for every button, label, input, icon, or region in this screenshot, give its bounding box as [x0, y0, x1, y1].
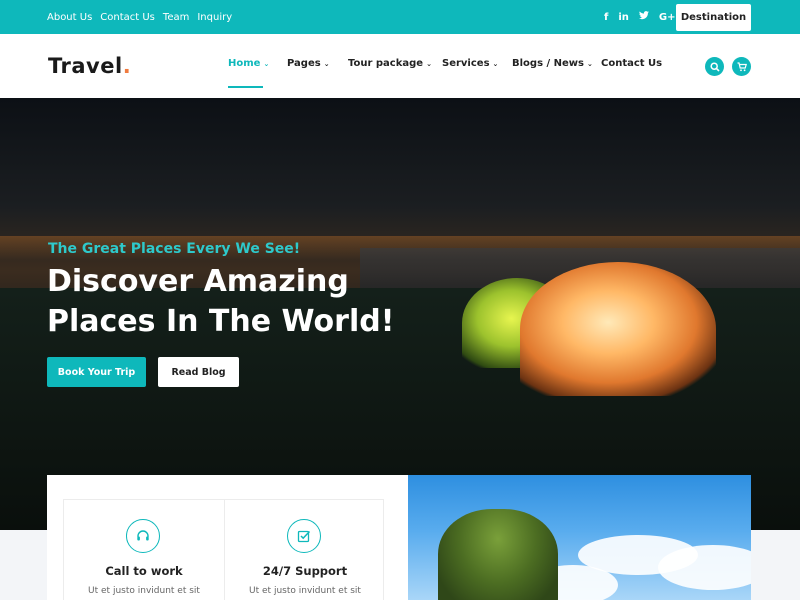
feature-call-to-work: Call to work Ut et justo invidunt et sit: [64, 500, 224, 600]
headphones-icon: [126, 519, 160, 553]
chevron-down-icon: ⌄: [263, 60, 270, 68]
nav-item-blogs-news[interactable]: Blogs / News ⌄: [512, 58, 593, 69]
linkedin-icon[interactable]: in: [618, 12, 629, 23]
twitter-icon[interactable]: [638, 11, 649, 23]
features-grid: Call to work Ut et justo invidunt et sit…: [63, 499, 384, 600]
nav-item-label: Tour package: [348, 58, 424, 69]
top-link-team[interactable]: Team: [163, 12, 189, 23]
feature-text: Ut et justo invidunt et sit: [249, 586, 361, 596]
hero-title: Discover Amazing Places In The World!: [47, 262, 427, 342]
features-card: Call to work Ut et justo invidunt et sit…: [47, 475, 408, 600]
top-link-contact-us[interactable]: Contact Us: [100, 12, 155, 23]
top-link-inquiry[interactable]: Inquiry: [197, 12, 232, 23]
nav-item-home[interactable]: Home ⌄: [228, 58, 269, 69]
orange-tent-image: [520, 262, 716, 396]
google-plus-icon[interactable]: G+: [659, 12, 676, 23]
hero-subtitle: The Great Places Every We See!: [48, 241, 301, 257]
nav-item-services[interactable]: Services ⌄: [442, 58, 498, 69]
feature-support: 24/7 Support Ut et justo invidunt et sit: [225, 500, 385, 600]
nav-item-label: Services: [442, 58, 490, 69]
logo-dot: .: [122, 54, 132, 78]
cloud-shape: [658, 545, 751, 590]
nav-item-tour-package[interactable]: Tour package ⌄: [348, 58, 432, 69]
chevron-down-icon: ⌄: [587, 60, 593, 68]
hero-banner: The Great Places Every We See! Discover …: [0, 98, 800, 530]
nav-item-contact-us[interactable]: Contact Us: [601, 58, 662, 69]
feature-title: 24/7 Support: [262, 564, 348, 578]
top-link-about-us[interactable]: About Us: [47, 12, 92, 23]
read-blog-button[interactable]: Read Blog: [158, 357, 239, 387]
book-trip-button[interactable]: Book Your Trip: [47, 357, 146, 387]
social-links: f in G+: [604, 0, 676, 34]
destination-button[interactable]: Destination: [676, 4, 751, 31]
island-rock: [438, 509, 558, 600]
facebook-icon[interactable]: f: [604, 12, 608, 23]
site-logo[interactable]: Travel.: [48, 54, 131, 78]
nav-item-label: Pages: [287, 58, 321, 69]
chevron-down-icon: ⌄: [492, 60, 499, 68]
cart-icon[interactable]: [732, 57, 751, 76]
top-bar: About Us Contact Us Team Inquiry f in G+…: [0, 0, 800, 34]
nav-item-label: Blogs / News: [512, 58, 584, 69]
hero-title-line-1: Discover Amazing: [47, 264, 349, 299]
search-icon[interactable]: [705, 57, 724, 76]
nav-item-pages[interactable]: Pages ⌄: [287, 58, 330, 69]
top-links: About Us Contact Us Team Inquiry: [47, 0, 232, 34]
nav-item-label: Contact Us: [601, 58, 663, 69]
chevron-down-icon: ⌄: [426, 60, 432, 68]
island-photo: [408, 475, 751, 600]
main-header: Travel. Home ⌄ Pages ⌄ Tour package ⌄ Servi…: [0, 34, 800, 98]
nav-item-label: Home: [228, 58, 261, 69]
hero-title-line-2: Places In The World!: [47, 304, 395, 339]
logo-text: Travel: [48, 54, 123, 78]
feature-title: Call to work: [105, 564, 183, 578]
checkbox-icon: [287, 519, 321, 553]
active-nav-underline: [228, 86, 263, 88]
chevron-down-icon: ⌄: [323, 60, 330, 68]
feature-text: Ut et justo invidunt et sit: [88, 586, 200, 596]
